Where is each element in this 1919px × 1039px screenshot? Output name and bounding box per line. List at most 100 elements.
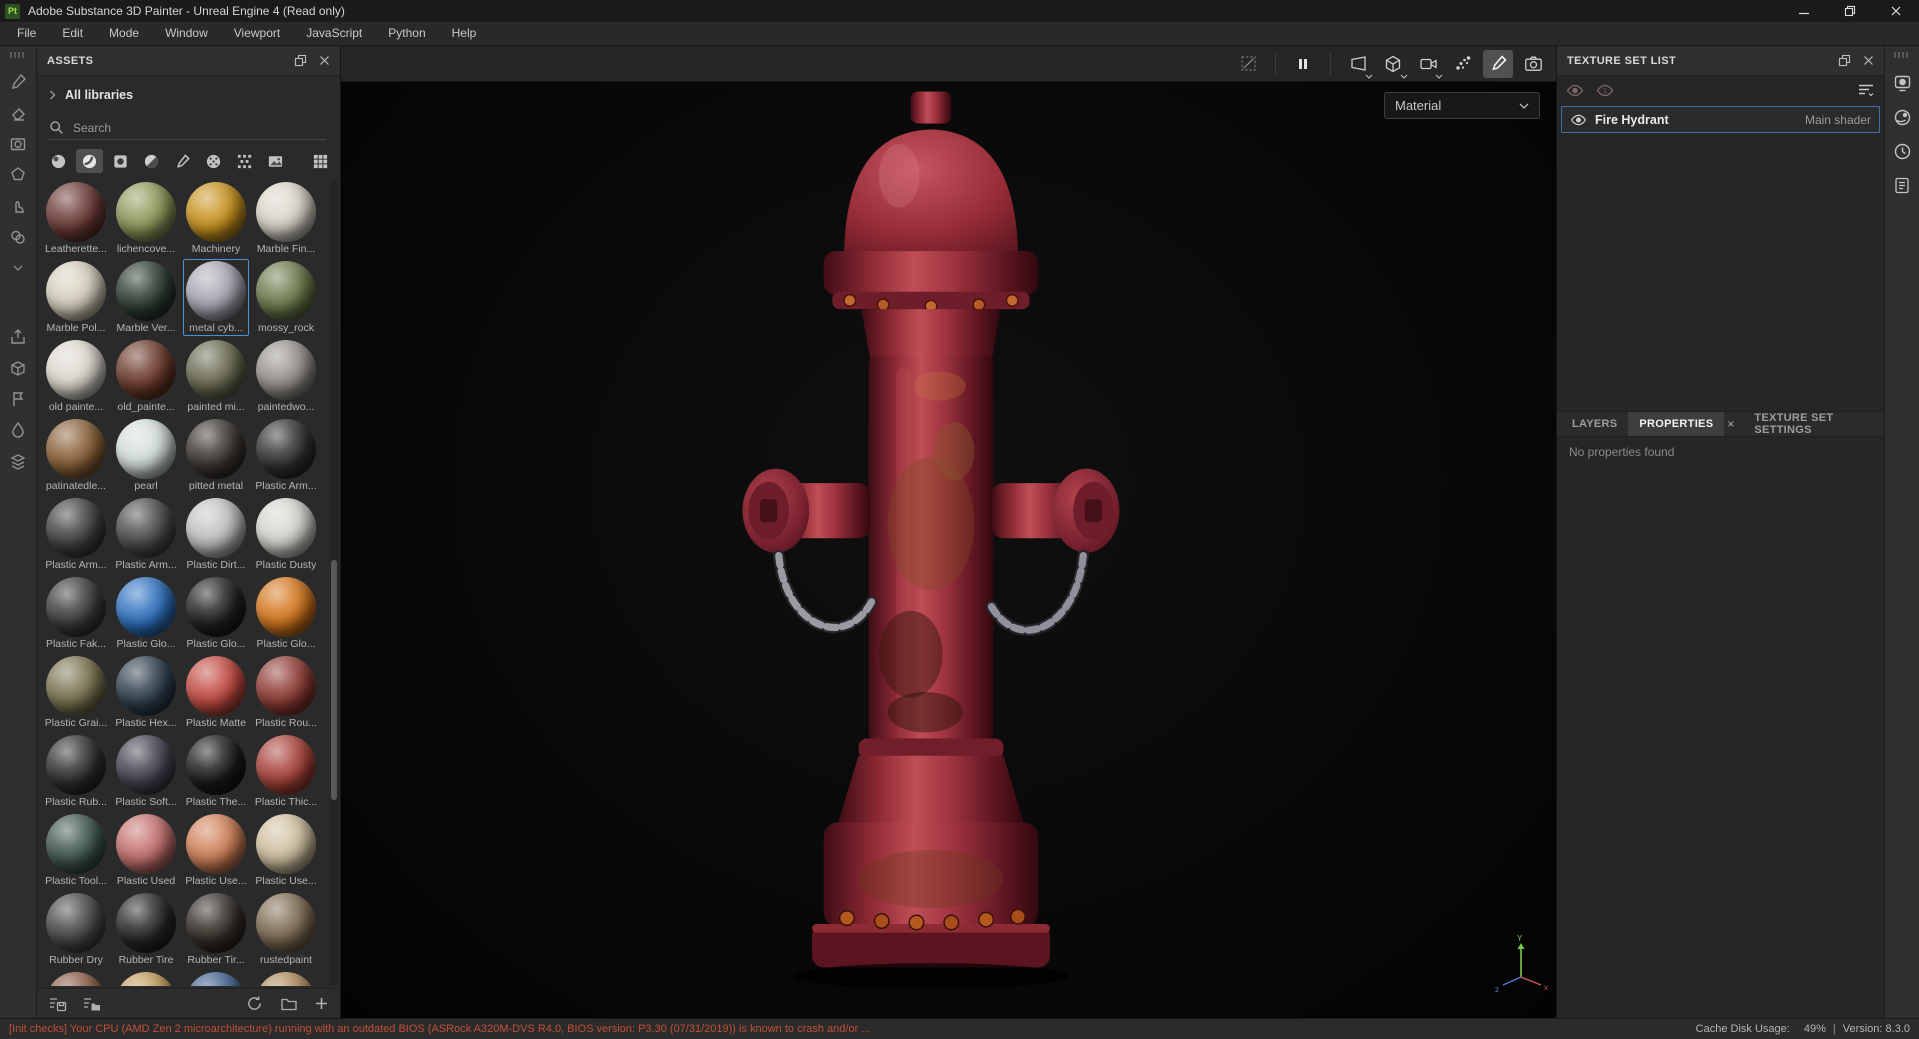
paint-tool-icon[interactable] <box>0 66 37 97</box>
asset-tile[interactable]: painted mi... <box>183 338 249 415</box>
asset-tile[interactable]: old_painte... <box>113 338 179 415</box>
toggle-all-visibility-icon[interactable] <box>1566 84 1584 97</box>
tab-texture-set-settings[interactable]: TEXTURE SET SETTINGS <box>1743 412 1884 436</box>
asset-tile[interactable] <box>43 970 109 986</box>
close-window-button[interactable] <box>1873 0 1919 22</box>
refresh-icon[interactable] <box>246 995 263 1012</box>
status-warning[interactable]: [Init checks] Your CPU (AMD Zen 2 microa… <box>9 1023 870 1035</box>
asset-tile[interactable]: Plastic Fak... <box>43 575 109 652</box>
menu-window[interactable]: Window <box>152 22 221 45</box>
solo-visibility-icon[interactable]: 1 <box>1596 84 1614 97</box>
asset-tile[interactable]: Marble Pol... <box>43 259 109 336</box>
menu-file[interactable]: File <box>4 22 49 45</box>
tab-layers[interactable]: LAYERS <box>1561 412 1628 436</box>
library-selector[interactable]: All libraries <box>49 88 133 102</box>
minimize-button[interactable] <box>1781 0 1827 22</box>
asset-tile[interactable]: Rubber Tire <box>113 891 179 968</box>
clone-tool-icon[interactable] <box>0 221 37 252</box>
asset-tile[interactable]: Plastic Use... <box>253 812 319 889</box>
asset-tile[interactable]: Plastic Rub... <box>43 733 109 810</box>
new-folder-icon[interactable] <box>281 997 297 1011</box>
import-resources-icon[interactable] <box>83 996 101 1012</box>
history-icon[interactable] <box>1885 134 1919 168</box>
asset-tile[interactable]: Plastic Rou... <box>253 654 319 731</box>
paint-brush-mode-icon[interactable] <box>1483 49 1513 78</box>
mesh-view-icon[interactable] <box>1378 50 1408 79</box>
asset-tile[interactable]: patinatedle... <box>43 417 109 494</box>
asset-tile[interactable]: Plastic Use... <box>183 812 249 889</box>
viewport-3d[interactable]: Material Y x z <box>341 46 1556 1018</box>
fire-hydrant-model[interactable] <box>641 88 1221 1003</box>
assets-float-icon[interactable] <box>294 54 307 67</box>
projection-tool-icon[interactable] <box>0 128 37 159</box>
filter-filters-icon[interactable] <box>138 149 165 173</box>
save-preset-list-icon[interactable] <box>49 996 67 1012</box>
texture-set-shader[interactable]: Main shader <box>1805 113 1871 127</box>
deselect-icon[interactable] <box>1233 50 1263 78</box>
texture-set-close-icon[interactable] <box>1863 55 1874 66</box>
eye-icon[interactable] <box>1570 114 1587 126</box>
search-input[interactable] <box>73 120 326 135</box>
sort-filter-icon[interactable] <box>1857 83 1875 97</box>
asset-tile[interactable]: Plastic The... <box>183 733 249 810</box>
asset-tile[interactable]: Plastic Arm... <box>113 496 179 573</box>
filter-smart-materials-icon[interactable] <box>76 149 103 173</box>
filter-procedurals-icon[interactable] <box>231 149 258 173</box>
assets-close-icon[interactable] <box>319 55 330 66</box>
asset-tile[interactable]: Plastic Thic... <box>253 733 319 810</box>
menu-mode[interactable]: Mode <box>96 22 152 45</box>
asset-tile[interactable]: mossy_rock <box>253 259 319 336</box>
camera-view-icon[interactable] <box>1413 50 1443 79</box>
asset-tile[interactable]: Plastic Glo... <box>183 575 249 652</box>
pause-engine-icon[interactable] <box>1288 50 1318 78</box>
smudge-tool-icon[interactable] <box>0 190 37 221</box>
filter-materials-icon[interactable] <box>45 149 72 173</box>
asset-tile[interactable]: Leatherette... <box>43 180 109 257</box>
export-icon[interactable] <box>0 321 37 352</box>
perspective-view-icon[interactable] <box>1343 50 1373 79</box>
shading-mode-dropdown[interactable]: Material <box>1384 92 1540 119</box>
filter-smart-masks-icon[interactable] <box>107 149 134 173</box>
asset-tile[interactable]: metal cyb... <box>183 259 249 336</box>
asset-tile[interactable]: Plastic Used <box>113 812 179 889</box>
menu-help[interactable]: Help <box>439 22 490 45</box>
asset-tile[interactable]: pitted metal <box>183 417 249 494</box>
menu-edit[interactable]: Edit <box>49 22 96 45</box>
asset-tile[interactable]: paintedwo... <box>253 338 319 415</box>
log-icon[interactable] <box>1885 168 1919 202</box>
package-icon[interactable] <box>0 352 37 383</box>
texture-set-float-icon[interactable] <box>1838 54 1851 67</box>
restore-button[interactable] <box>1827 0 1873 22</box>
asset-tile[interactable] <box>113 970 179 986</box>
particles-icon[interactable] <box>1448 50 1478 78</box>
display-settings-icon[interactable] <box>1885 66 1919 100</box>
flag-icon[interactable] <box>0 383 37 414</box>
asset-tile[interactable]: pearl <box>113 417 179 494</box>
assets-scrollbar[interactable] <box>330 180 338 986</box>
grid-view-icon[interactable] <box>307 149 334 173</box>
filter-brushes-icon[interactable] <box>169 149 196 173</box>
asset-tile[interactable]: Plastic Matte <box>183 654 249 731</box>
filter-alphas-icon[interactable] <box>200 149 227 173</box>
asset-tile[interactable]: Plastic Dirt... <box>183 496 249 573</box>
asset-tile[interactable]: Plastic Dusty <box>253 496 319 573</box>
assets-scrollbar-thumb[interactable] <box>331 560 337 800</box>
tab-properties[interactable]: PROPERTIES <box>1628 412 1725 436</box>
menu-viewport[interactable]: Viewport <box>221 22 293 45</box>
texture-set-row[interactable]: Fire Hydrant Main shader <box>1561 106 1880 133</box>
droplet-icon[interactable] <box>0 414 37 445</box>
close-tab-icon[interactable]: × <box>1724 412 1743 436</box>
asset-tile[interactable] <box>253 970 319 986</box>
dock-grip[interactable] <box>1894 52 1910 58</box>
asset-tile[interactable]: Rubber Dry <box>43 891 109 968</box>
menu-python[interactable]: Python <box>375 22 438 45</box>
asset-tile[interactable]: Plastic Tool... <box>43 812 109 889</box>
shader-settings-icon[interactable] <box>1885 100 1919 134</box>
asset-tile[interactable]: Marble Fin... <box>253 180 319 257</box>
stack-icon[interactable] <box>0 445 37 476</box>
toolbar-grip[interactable] <box>10 52 26 58</box>
eraser-tool-icon[interactable] <box>0 97 37 128</box>
axis-gizmo[interactable]: Y x z <box>1490 935 1552 993</box>
asset-tile[interactable]: Plastic Hex... <box>113 654 179 731</box>
asset-tile[interactable]: Rubber Tir... <box>183 891 249 968</box>
